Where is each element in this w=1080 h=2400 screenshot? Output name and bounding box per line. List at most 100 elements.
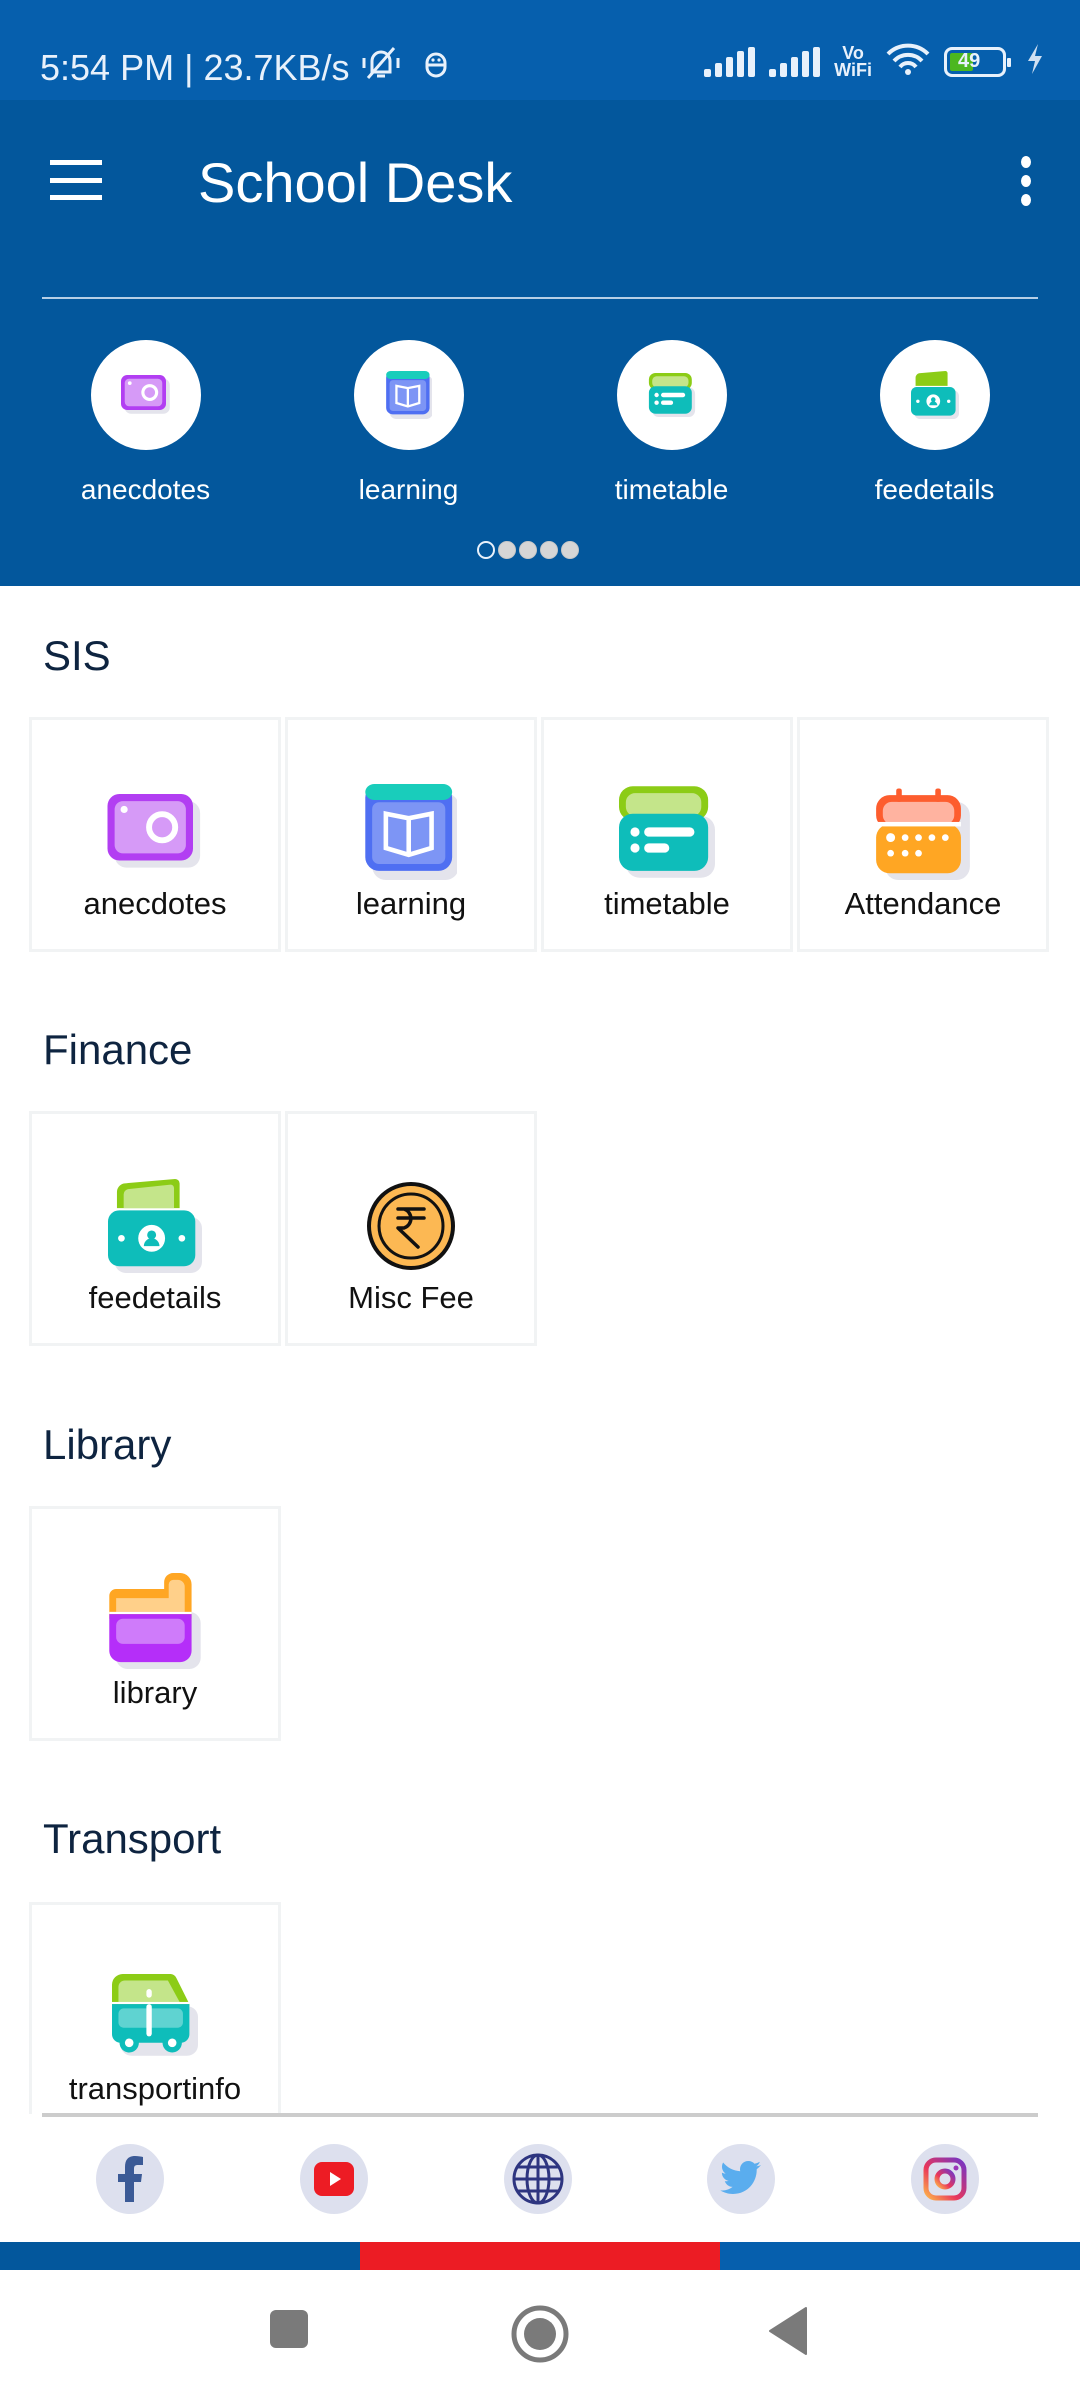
folder-icon — [109, 1573, 201, 1669]
status-time: 5:54 PM — [40, 46, 175, 88]
icon-wrap — [876, 782, 970, 882]
book-icon — [365, 784, 457, 880]
strip-blue-right — [720, 2242, 1080, 2270]
quick-label: learning — [358, 474, 459, 505]
quick-item-feedetails[interactable]: feedetails — [803, 340, 1066, 506]
status-bar: 5:54 PM | 23.7KB/s Vo WiFi 49 — [0, 0, 1080, 100]
carousel-pager — [477, 541, 579, 559]
mute-bell-icon — [360, 44, 402, 91]
icon-wrap — [619, 782, 715, 882]
status-right: Vo WiFi 49 — [704, 42, 1044, 81]
camera-icon — [120, 375, 170, 414]
timetable-icon — [648, 373, 695, 417]
facebook-icon[interactable] — [96, 2144, 164, 2214]
pager-dot-4[interactable] — [540, 541, 558, 559]
card-label: transportinfo — [68, 2071, 242, 2106]
section-title-library: Library — [43, 1421, 172, 1468]
card-anecdotes[interactable]: anecdotes — [29, 717, 281, 952]
card-label: library — [112, 1675, 198, 1710]
icon-wrap — [107, 782, 203, 882]
home-icon[interactable] — [510, 2304, 570, 2364]
card-label: learning — [355, 886, 467, 921]
globe-icon[interactable] — [504, 2144, 572, 2214]
pager-dot-1[interactable] — [477, 541, 495, 559]
quick-access-carousel: anecdotes learning timetable feedetails — [0, 340, 1080, 506]
card-feedetails[interactable]: feedetails — [29, 1111, 281, 1346]
icon-wrap — [109, 1967, 201, 2067]
card-misc-fee[interactable]: Misc Fee — [285, 1111, 537, 1346]
card-label: Misc Fee — [348, 1280, 474, 1315]
vowifi-bottom: WiFi — [834, 59, 872, 80]
brand-color-strip — [0, 2242, 1080, 2270]
icon-wrap — [109, 1571, 201, 1671]
app-title: School Desk — [198, 151, 513, 214]
status-left: 5:54 PM | 23.7KB/s — [40, 44, 448, 91]
battery-level: 49 — [958, 50, 981, 72]
icon-wrap — [108, 1176, 202, 1276]
quick-label: anecdotes — [80, 474, 211, 505]
transport-grid: transportinfo — [29, 1902, 281, 2114]
battery-icon: 49 — [944, 46, 1011, 77]
strip-red — [360, 2242, 720, 2270]
back-icon[interactable] — [768, 2306, 810, 2356]
camera-icon — [107, 794, 201, 868]
icon-wrap — [365, 782, 457, 882]
card-library[interactable]: library — [29, 1506, 281, 1741]
section-title-finance: Finance — [43, 1026, 193, 1073]
quick-item-learning[interactable]: learning — [277, 340, 540, 506]
app-bar-divider — [42, 297, 1038, 299]
network-speed: 23.7KB/s — [203, 46, 350, 88]
card-label: anecdotes — [83, 886, 227, 921]
book-icon — [385, 371, 432, 419]
quick-circle — [353, 340, 464, 450]
signal-icon — [769, 46, 821, 77]
twitter-icon[interactable] — [707, 2144, 775, 2214]
section-title-transport: Transport — [43, 1815, 222, 1862]
card-label: timetable — [604, 886, 730, 921]
sis-grid: anecdotes learning timetable Attendance — [29, 717, 1049, 952]
pager-dot-5[interactable] — [561, 541, 579, 559]
card-transportinfo[interactable]: transportinfo — [29, 1902, 281, 2114]
instagram-icon[interactable] — [911, 2144, 979, 2214]
quick-item-anecdotes[interactable]: anecdotes — [14, 340, 277, 506]
rupee-coin-icon — [367, 1182, 455, 1270]
signal-icon — [704, 46, 756, 77]
money-icon — [108, 1179, 202, 1273]
card-timetable[interactable]: timetable — [541, 717, 793, 952]
robot-icon — [424, 47, 448, 89]
wifi-icon — [886, 42, 930, 81]
vowifi-top: Vo — [842, 42, 864, 63]
finance-grid: feedetails Misc Fee — [29, 1111, 537, 1346]
system-nav-bar — [0, 2270, 1080, 2400]
card-label: Attendance — [844, 886, 1002, 921]
app-bar: School Desk anecdotes learning timetable — [0, 100, 1080, 586]
card-learning[interactable]: learning — [285, 717, 537, 952]
more-vertical-icon[interactable] — [1016, 156, 1036, 206]
pager-dot-3[interactable] — [519, 541, 537, 559]
quick-label: timetable — [614, 474, 729, 505]
library-grid: library — [29, 1506, 281, 1741]
social-links — [0, 2144, 1080, 2214]
strip-blue-left — [0, 2242, 360, 2270]
icon-wrap — [366, 1176, 456, 1276]
quick-item-timetable[interactable]: timetable — [540, 340, 803, 506]
timetable-icon — [619, 786, 715, 878]
footer-divider — [42, 2113, 1038, 2117]
section-title-sis: SIS — [43, 632, 111, 679]
card-label: feedetails — [88, 1280, 222, 1315]
youtube-icon[interactable] — [300, 2144, 368, 2214]
bus-icon — [112, 1974, 198, 2056]
pager-dot-2[interactable] — [498, 541, 516, 559]
quick-label: feedetails — [874, 474, 995, 505]
card-attendance[interactable]: Attendance — [797, 717, 1049, 952]
hamburger-menu-icon[interactable] — [50, 160, 102, 200]
recents-icon[interactable] — [268, 2308, 310, 2350]
charging-icon — [1026, 44, 1044, 79]
status-separator: | — [184, 46, 194, 88]
quick-circle — [879, 340, 990, 450]
quick-circle — [90, 340, 201, 450]
money-icon — [910, 371, 959, 419]
quick-circle — [616, 340, 727, 450]
vowifi-icon: Vo WiFi — [834, 42, 872, 80]
calendar-icon — [876, 788, 970, 880]
